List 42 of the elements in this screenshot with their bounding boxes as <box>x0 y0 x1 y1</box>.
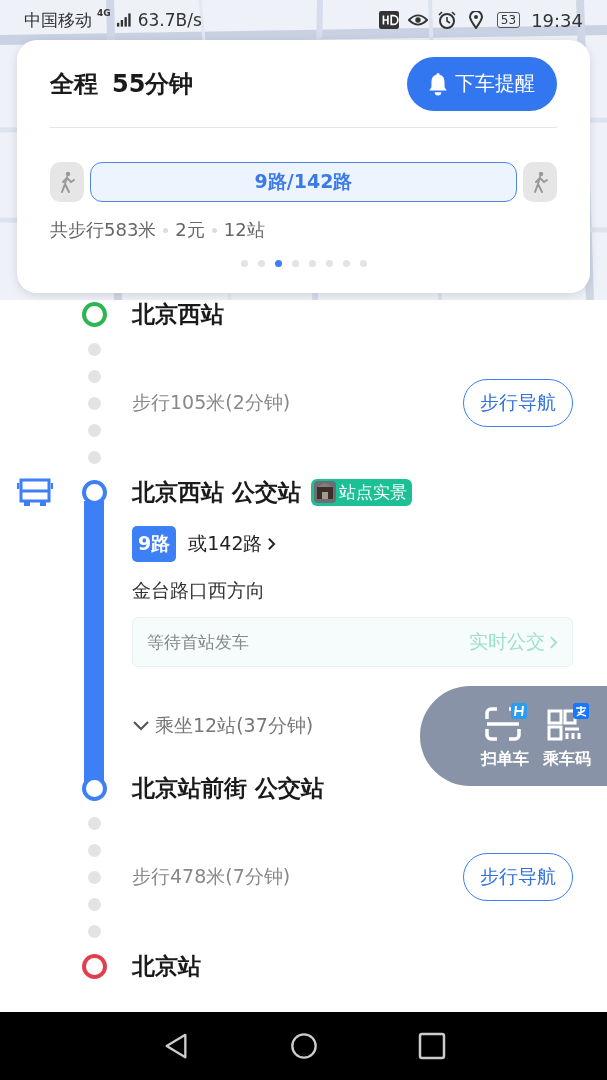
recent-apps-icon[interactable] <box>417 1032 446 1060</box>
alternative-line-link[interactable]: 或142路 <box>188 531 276 557</box>
walk-navigation-button[interactable]: 步行导航 <box>463 379 573 427</box>
ride-stops-toggle[interactable]: 乘坐12站(37分钟) <box>132 713 314 739</box>
bus-segment[interactable]: 9路/142路 <box>90 162 517 202</box>
hd-icon <box>378 11 399 29</box>
qr-code-icon <box>545 702 589 743</box>
stop-name: 北京西站 公交站 <box>132 477 301 507</box>
total-duration: 55分钟 <box>112 68 194 100</box>
chevron-right-icon <box>266 537 276 551</box>
clock-time: 19:34 <box>531 9 583 31</box>
chevron-right-icon <box>549 634 558 650</box>
signal-icon <box>115 13 133 27</box>
route-fact: 共步行583米 <box>50 218 157 242</box>
chevron-icon <box>132 720 150 732</box>
quick-action-button[interactable]: 扫单车 <box>481 702 529 770</box>
scan-frame-icon <box>483 702 527 743</box>
stop-photo-badge[interactable]: 站点实景 <box>311 478 412 506</box>
route-fact: 2元 <box>175 218 205 242</box>
bus-direction: 金台路口西方向 <box>132 578 265 603</box>
walking-person-icon <box>59 170 75 194</box>
stop-name: 北京站前街 公交站 <box>132 774 324 801</box>
alarm-icon <box>436 11 457 29</box>
total-label: 全程 <box>50 68 98 100</box>
stop-name: 北京站 <box>132 952 201 979</box>
departure-status: 等待首站发车 <box>147 630 249 654</box>
bus-line-tag: 9路 <box>132 526 177 562</box>
bus-icon <box>17 477 53 507</box>
walking-person-icon <box>532 170 548 194</box>
carrier-name: 中国移动 <box>24 8 92 32</box>
walk-info: 步行105米(2分钟) <box>132 390 291 415</box>
route-fact: 12站 <box>223 218 265 242</box>
network-type: 4G <box>97 8 111 18</box>
walk-navigation-button[interactable]: 步行导航 <box>463 853 573 901</box>
stop-name: 北京西站 <box>132 300 224 327</box>
bell-icon <box>427 71 449 96</box>
quick-action-button[interactable]: 乘车码 <box>543 702 591 770</box>
network-speed: 63.7B/s <box>137 10 202 30</box>
alight-reminder-button[interactable]: 下车提醒 <box>407 56 557 111</box>
battery-level: 53 <box>496 12 521 28</box>
home-icon[interactable] <box>289 1032 318 1060</box>
walk-info: 步行478米(7分钟) <box>132 864 291 889</box>
